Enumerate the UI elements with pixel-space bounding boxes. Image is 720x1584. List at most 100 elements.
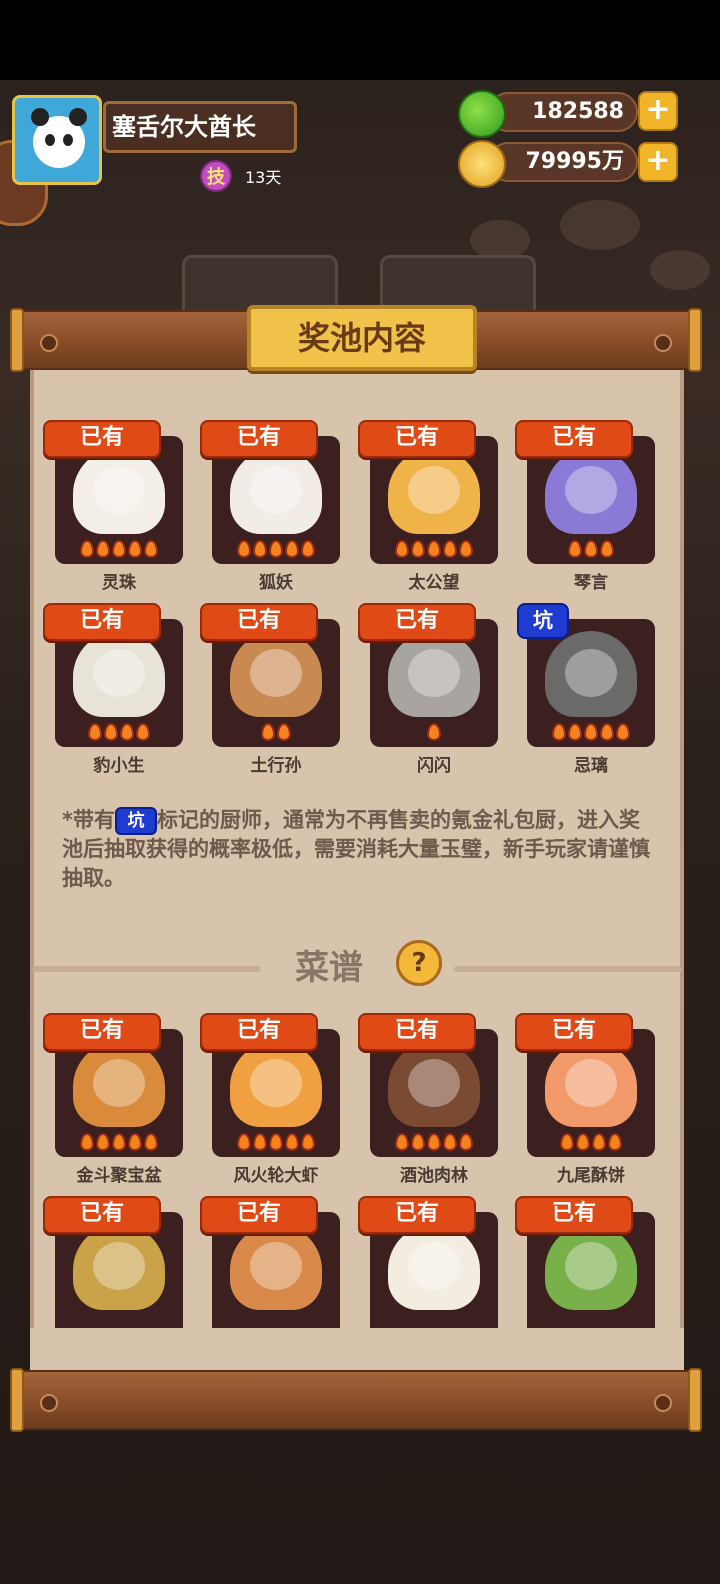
flame-icon — [584, 540, 598, 558]
recipe-portrait-highlight — [250, 1059, 302, 1107]
flame-icon — [552, 723, 566, 741]
owned-tag: 已有 — [43, 1196, 161, 1234]
add-coin-button[interactable]: + — [638, 142, 678, 182]
owned-tag: 已有 — [515, 1196, 633, 1234]
coin-counter: 79995万 — [488, 142, 638, 182]
owned-tag: 已有 — [358, 1196, 476, 1234]
owned-tag: 已有 — [200, 1013, 318, 1051]
chef-portrait-highlight — [565, 649, 617, 697]
recipe-name: 风火轮大虾 — [233, 1166, 319, 1186]
flame-icon — [443, 1133, 457, 1151]
flame-icon — [427, 1133, 441, 1151]
flame-icon — [277, 723, 291, 741]
chef-portrait-highlight — [408, 649, 460, 697]
flame-icon — [568, 723, 582, 741]
rarity-flames — [212, 1133, 340, 1151]
recipe-name: 金斗聚宝盆 — [76, 1166, 162, 1186]
owned-tag: 已有 — [358, 420, 476, 458]
recipe-name: 九尾酥饼 — [557, 1166, 625, 1186]
flame-icon — [112, 1133, 126, 1151]
flame-icon — [427, 723, 441, 741]
days-count: 13天 — [245, 168, 282, 187]
rarity-flames — [527, 723, 655, 741]
flame-icon — [568, 540, 582, 558]
status-bar — [0, 0, 720, 80]
add-jade-button[interactable]: + — [638, 91, 678, 131]
flame-icon — [600, 723, 614, 741]
chef-name: 琴言 — [574, 573, 608, 593]
flame-icon — [301, 1133, 315, 1151]
owned-tag: 已有 — [43, 603, 161, 641]
recipe-portrait-highlight — [565, 1059, 617, 1107]
pit-tag: 坑 — [517, 603, 569, 639]
chef-portrait-highlight — [408, 466, 460, 514]
rarity-flames — [527, 1133, 655, 1151]
chef-name: 闪闪 — [417, 756, 451, 776]
recipe-name: 酒池肉林 — [400, 1166, 468, 1186]
divider-left — [32, 966, 260, 972]
owned-tag: 已有 — [43, 1013, 161, 1051]
rarity-flames — [370, 540, 498, 558]
flame-icon — [96, 540, 110, 558]
help-icon[interactable]: ? — [396, 940, 442, 986]
chef-portrait-highlight — [250, 466, 302, 514]
jade-counter: 182588 — [488, 92, 638, 132]
rarity-flames — [527, 540, 655, 558]
owned-tag: 已有 — [43, 420, 161, 458]
flame-icon — [600, 540, 614, 558]
flame-icon — [144, 1133, 158, 1151]
flame-icon — [616, 723, 630, 741]
recipe-portrait-highlight — [565, 1242, 617, 1290]
recipes-title: 菜谱 — [295, 948, 363, 988]
rarity-flames — [212, 723, 340, 741]
owned-tag: 已有 — [200, 1196, 318, 1234]
flame-icon — [128, 540, 142, 558]
flame-icon — [443, 540, 457, 558]
skill-badge-icon: 技 — [200, 160, 232, 192]
flame-icon — [584, 723, 598, 741]
owned-tag: 已有 — [200, 603, 318, 641]
rarity-flames — [370, 723, 498, 741]
owned-tag: 已有 — [200, 420, 318, 458]
chef-name: 太公望 — [408, 573, 460, 593]
chef-name: 狐妖 — [259, 573, 293, 593]
flame-icon — [411, 540, 425, 558]
chef-portrait-highlight — [93, 466, 145, 514]
jade-apple-icon — [458, 90, 506, 138]
scroll-rod-bottom — [10, 1368, 702, 1432]
flame-icon — [237, 540, 251, 558]
avatar[interactable] — [12, 95, 102, 185]
flame-icon — [269, 540, 283, 558]
rarity-flames — [55, 723, 183, 741]
chef-name: 灵珠 — [102, 573, 136, 593]
note-prefix: *带有 — [62, 808, 115, 832]
flame-icon — [285, 1133, 299, 1151]
pit-tag-inline: 坑 — [114, 807, 157, 835]
chef-portrait-highlight — [250, 649, 302, 697]
flame-icon — [80, 1133, 94, 1151]
flame-icon — [269, 1133, 283, 1151]
owned-tag: 已有 — [358, 603, 476, 641]
flame-icon — [427, 540, 441, 558]
flame-icon — [136, 723, 150, 741]
flame-icon — [96, 1133, 110, 1151]
flame-icon — [80, 540, 94, 558]
recipe-portrait-highlight — [408, 1059, 460, 1107]
coin-icon — [458, 140, 506, 188]
flame-icon — [237, 1133, 251, 1151]
flame-icon — [592, 1133, 606, 1151]
flame-icon — [285, 540, 299, 558]
player-name: 塞舌尔大酋长 — [103, 101, 297, 153]
rarity-flames — [55, 540, 183, 558]
flame-icon — [560, 1133, 574, 1151]
jade-value: 182588 — [532, 99, 624, 124]
panel-title: 奖池内容 — [247, 305, 477, 371]
flame-icon — [459, 1133, 473, 1151]
recipe-portrait-highlight — [93, 1059, 145, 1107]
flame-icon — [144, 540, 158, 558]
owned-tag: 已有 — [358, 1013, 476, 1051]
flame-icon — [459, 540, 473, 558]
flame-icon — [301, 540, 315, 558]
chef-name: 忌璃 — [574, 756, 608, 776]
recipe-portrait-highlight — [250, 1242, 302, 1290]
